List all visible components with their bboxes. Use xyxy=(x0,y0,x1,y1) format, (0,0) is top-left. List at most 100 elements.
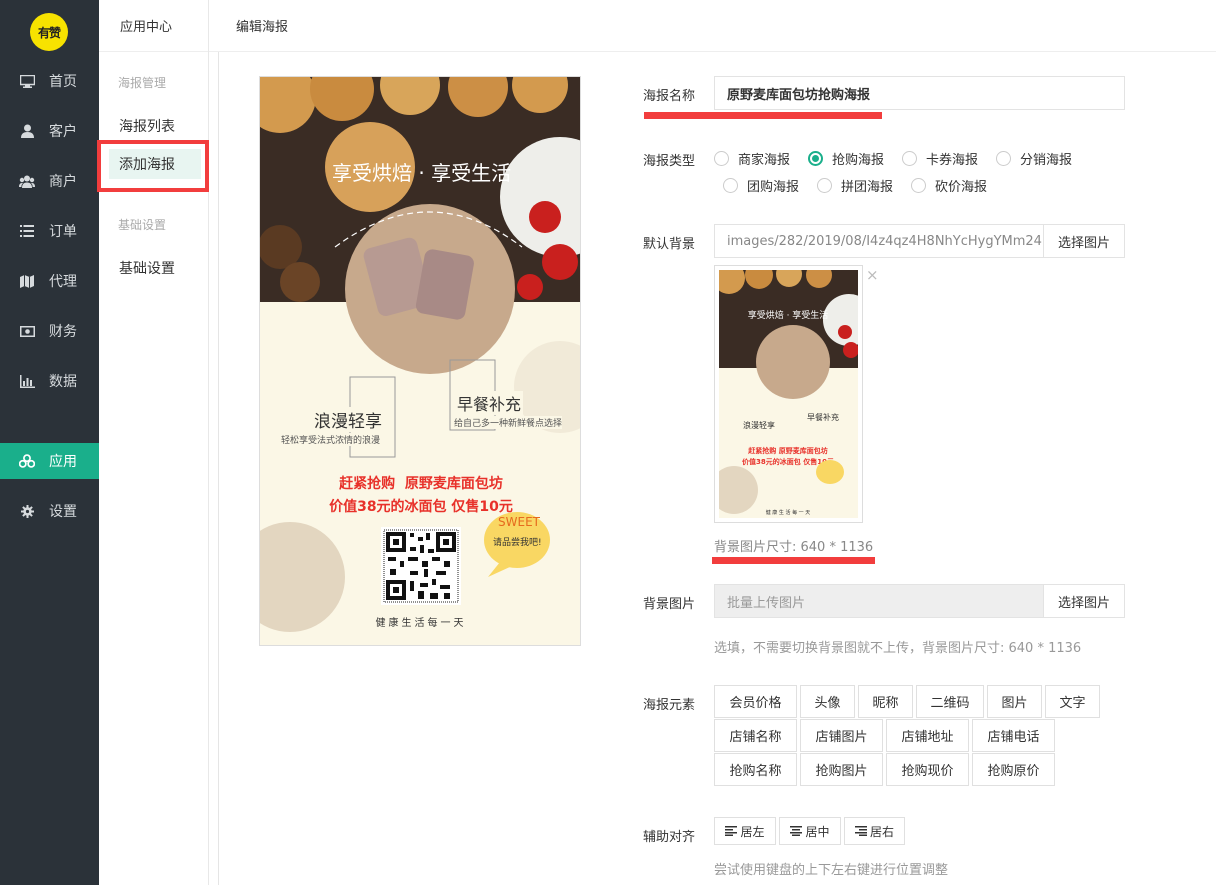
radio-merchant-poster[interactable]: 商家海报 xyxy=(714,149,790,168)
poster-bubble-sub: 请品尝我吧! xyxy=(493,538,542,548)
nav-item-customer[interactable]: 客户 xyxy=(0,113,99,149)
radio-label: 拼团海报 xyxy=(841,180,894,195)
element-shop-address[interactable]: 店铺地址 xyxy=(886,719,969,752)
element-member-price[interactable]: 会员价格 xyxy=(714,685,797,718)
radio-dot xyxy=(723,178,738,193)
align-left-label: 居左 xyxy=(740,824,765,839)
select-bg-button[interactable]: 选择图片 xyxy=(1043,224,1125,258)
radio-pin-group-poster[interactable]: 拼团海报 xyxy=(817,176,893,195)
nav-item-home[interactable]: 首页 xyxy=(0,63,99,99)
type-label: 海报类型 xyxy=(643,154,696,169)
element-sale-image[interactable]: 抢购图片 xyxy=(800,753,883,786)
element-shop-image[interactable]: 店铺图片 xyxy=(800,719,883,752)
sub-item-poster-list[interactable]: 海报列表 xyxy=(109,111,201,141)
nav-label: 订单 xyxy=(49,224,77,240)
element-image[interactable]: 图片 xyxy=(987,685,1042,718)
svg-text:早餐补充: 早餐补充 xyxy=(807,412,839,422)
radio-group-buy-poster[interactable]: 团购海报 xyxy=(723,176,799,195)
radio-label: 抢购海报 xyxy=(832,153,885,168)
align-center-button[interactable]: 居中 xyxy=(779,817,841,845)
sub-sidebar: 应用中心 海报管理 海报列表 添加海报 基础设置 基础设置 xyxy=(99,0,209,885)
nav-item-agent[interactable]: 代理 xyxy=(0,263,99,299)
sub-group-poster: 海报管理 xyxy=(118,76,167,90)
align-right-label: 居右 xyxy=(869,824,894,839)
nav-item-order[interactable]: 订单 xyxy=(0,213,99,249)
highlight-underline xyxy=(712,557,875,564)
select-bgimg-button[interactable]: 选择图片 xyxy=(1043,584,1125,618)
nav-item-apps[interactable]: 应用 xyxy=(0,443,99,479)
poster-box2-sub: 给自己多一种新鲜餐点选择 xyxy=(454,416,563,429)
svg-text:享受烘焙 · 享受生活: 享受烘焙 · 享受生活 xyxy=(748,309,829,321)
map-icon xyxy=(19,274,35,288)
sub-sidebar-title: 应用中心 xyxy=(99,0,208,52)
list-icon xyxy=(19,224,35,238)
align-left-icon xyxy=(725,826,738,836)
radio-dot xyxy=(817,178,832,193)
radio-flash-sale-poster[interactable]: 抢购海报 xyxy=(808,149,884,168)
nav-label: 首页 xyxy=(49,74,77,90)
element-nickname[interactable]: 昵称 xyxy=(858,685,913,718)
element-text[interactable]: 文字 xyxy=(1045,685,1100,718)
svg-text:浪漫轻享: 浪漫轻享 xyxy=(743,420,775,430)
nav-label: 商户 xyxy=(49,174,77,190)
poster-box2-title: 早餐补充 xyxy=(455,391,524,415)
poster-promo-line2: 价值38元的冰面包 仅售10元 xyxy=(329,499,513,515)
element-qrcode[interactable]: 二维码 xyxy=(916,685,984,718)
radio-distribution-poster[interactable]: 分销海报 xyxy=(996,149,1072,168)
radio-dot xyxy=(714,151,729,166)
element-avatar[interactable]: 头像 xyxy=(800,685,855,718)
bgimg-input[interactable]: 批量上传图片 xyxy=(714,584,1044,618)
poster-promo-line1: 赶紧抢购 原野麦库面包坊 xyxy=(339,476,503,492)
radio-label: 砍价海报 xyxy=(935,180,988,195)
bg-path-input[interactable]: images/282/2019/08/I4z4qz4H8NhYcHygYMm24 xyxy=(714,224,1044,258)
page-title: 编辑海报 xyxy=(236,20,289,35)
element-sale-name[interactable]: 抢购名称 xyxy=(714,753,797,786)
radio-bargain-poster[interactable]: 砍价海报 xyxy=(911,176,987,195)
bgimg-label: 背景图片 xyxy=(643,597,696,612)
page-header: 编辑海报 xyxy=(209,0,1216,52)
radio-coupon-poster[interactable]: 卡券海报 xyxy=(902,149,978,168)
sub-group-basic: 基础设置 xyxy=(118,218,167,232)
poster-box1-title: 浪漫轻享 xyxy=(312,407,384,432)
poster-name-input[interactable]: 原野麦库面包坊抢购海报 xyxy=(714,76,1125,110)
name-label: 海报名称 xyxy=(643,89,696,104)
nav-item-settings[interactable]: 设置 xyxy=(0,493,99,529)
svg-text:赶紧抢购 原野麦库面包坊: 赶紧抢购 原野麦库面包坊 xyxy=(747,446,827,455)
nav-label: 财务 xyxy=(49,324,77,340)
poster-bubble-title: SWEET xyxy=(498,515,540,529)
radio-dot xyxy=(996,151,1011,166)
main-nav: 有赞 首页 客户 商户 订单 代理 财务 数据 应用 设置 xyxy=(0,0,99,885)
nav-item-data[interactable]: 数据 xyxy=(0,363,99,399)
radio-label: 商家海报 xyxy=(738,153,791,168)
highlight-underline xyxy=(644,112,882,119)
align-label: 辅助对齐 xyxy=(643,830,696,845)
radio-label: 团购海报 xyxy=(747,180,800,195)
element-original-price[interactable]: 抢购原价 xyxy=(972,753,1055,786)
remove-bg-icon[interactable]: × xyxy=(866,266,879,284)
apps-icon xyxy=(19,454,35,468)
radio-dot xyxy=(902,151,917,166)
element-sale-price[interactable]: 抢购现价 xyxy=(886,753,969,786)
poster-preview[interactable]: 享受烘焙 · 享受生活 浪漫轻享 轻松享受法式浓情的浪漫 早餐补充 给自己多一种… xyxy=(259,76,581,646)
bg-thumbnail[interactable]: 享受烘焙 · 享受生活 浪漫轻享 早餐补充 赶紧抢购 原野麦库面包坊 价值38元… xyxy=(710,261,875,523)
nav-item-finance[interactable]: 财务 xyxy=(0,313,99,349)
logo[interactable]: 有赞 xyxy=(30,13,68,51)
nav-label: 代理 xyxy=(49,274,77,290)
poster-footer: 健康生活每一天 xyxy=(375,618,467,629)
elements-label: 海报元素 xyxy=(643,698,696,713)
nav-label: 客户 xyxy=(49,124,77,140)
element-shop-phone[interactable]: 店铺电话 xyxy=(972,719,1055,752)
align-right-button[interactable]: 居右 xyxy=(844,817,905,845)
bar-chart-icon xyxy=(19,374,35,388)
divider xyxy=(218,52,219,885)
sub-item-basic-settings[interactable]: 基础设置 xyxy=(109,253,201,283)
bg-size-text: 背景图片尺寸: 640 * 1136 xyxy=(714,540,874,555)
nav-item-merchant[interactable]: 商户 xyxy=(0,163,99,199)
align-left-button[interactable]: 居左 xyxy=(714,817,776,845)
nav-label: 应用 xyxy=(49,454,77,470)
gear-icon xyxy=(19,504,35,518)
monitor-icon xyxy=(19,74,35,88)
svg-text:健 康 生 活 每 一 天: 健 康 生 活 每 一 天 xyxy=(766,509,811,516)
align-center-label: 居中 xyxy=(805,824,830,839)
element-shop-name[interactable]: 店铺名称 xyxy=(714,719,797,752)
